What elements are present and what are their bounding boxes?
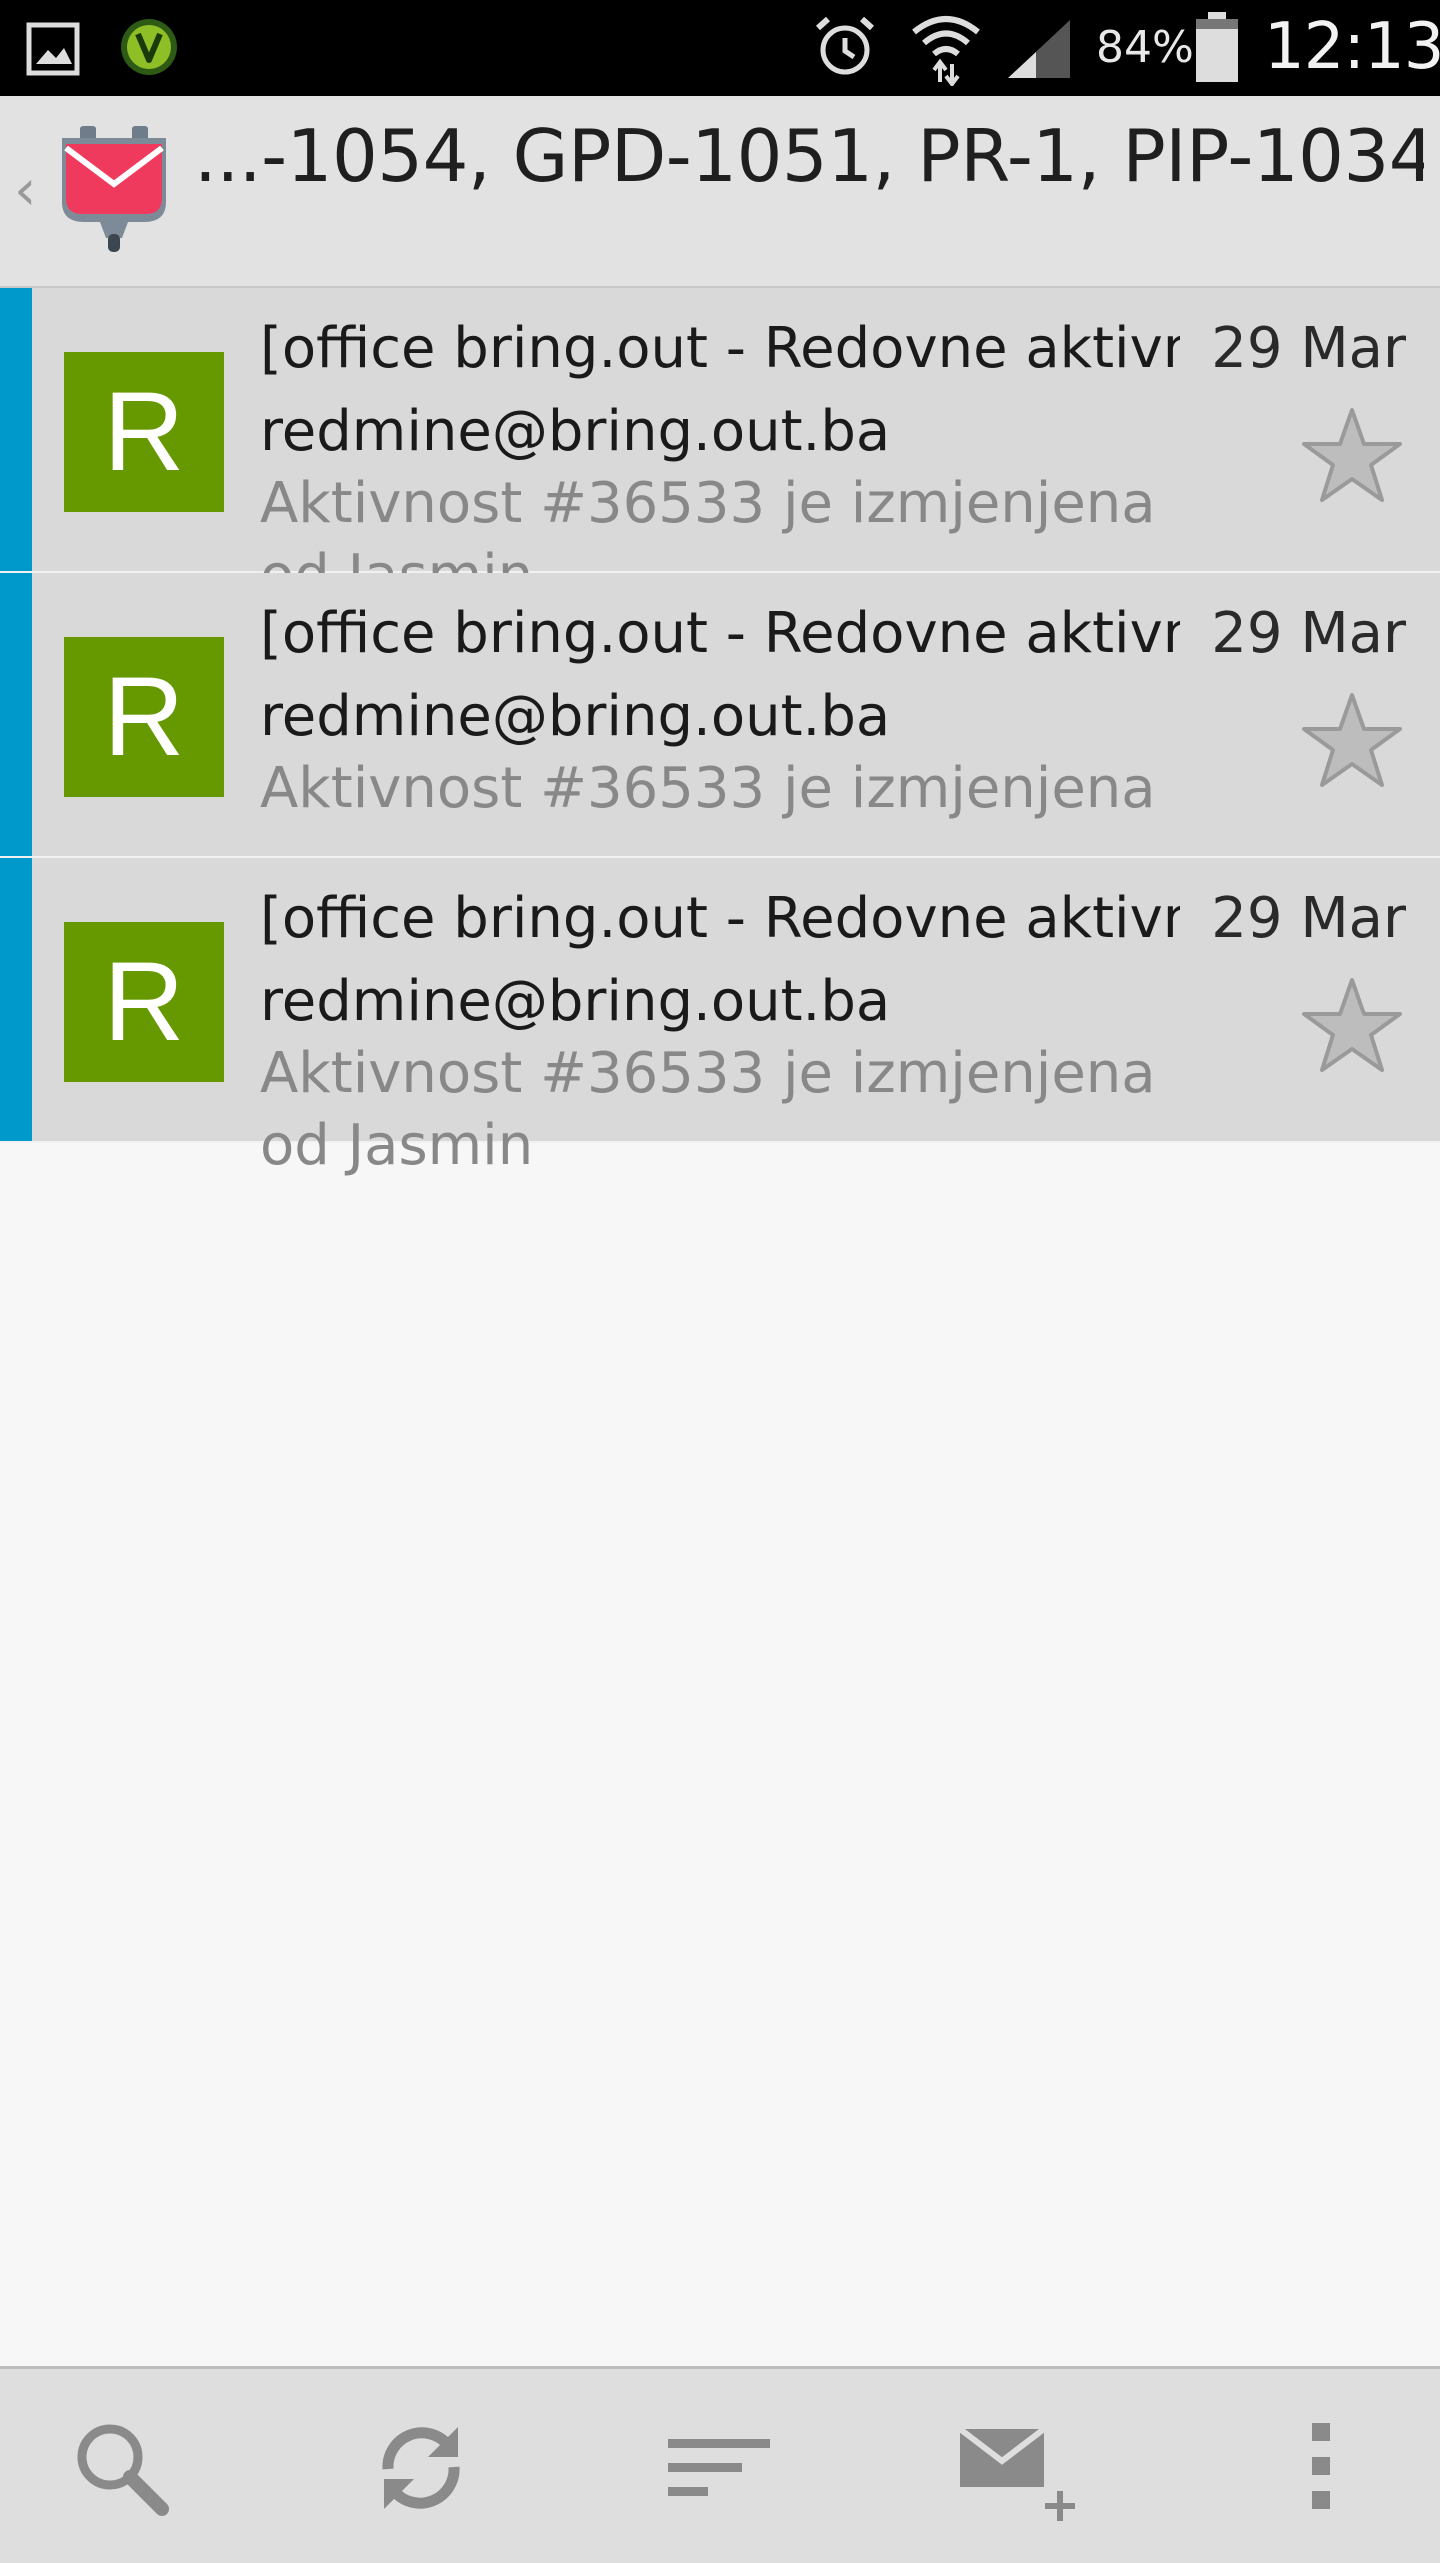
- compose-icon[interactable]: [956, 2413, 1086, 2523]
- sender-avatar[interactable]: R: [64, 922, 224, 1082]
- message-row[interactable]: R [office bring.out - Redovne aktivn.. 2…: [0, 858, 1440, 1178]
- up-navigation-chevron-icon[interactable]: ‹: [14, 158, 36, 223]
- battery-icon: [1196, 12, 1238, 82]
- message-sender: redmine@bring.out.ba: [260, 399, 891, 464]
- message-row[interactable]: R [office bring.out - Redovne aktivn.. 2…: [0, 573, 1440, 858]
- action-bar: ‹ ...-1054, GPD-1051, PR-1, PIP-1034: [0, 96, 1440, 289]
- search-icon[interactable]: [66, 2413, 176, 2523]
- message-preview: redmine@bring.out.ba Aktivnost #36533 je…: [260, 681, 1160, 825]
- refresh-icon[interactable]: [366, 2413, 476, 2523]
- clock: 12:13: [1264, 10, 1440, 84]
- bottom-action-bar: [0, 2366, 1440, 2563]
- message-subject: [office bring.out - Redovne aktivn..: [260, 886, 1180, 951]
- message-preview: redmine@bring.out.ba Aktivnost #36533 je…: [260, 966, 1160, 1182]
- wifi-icon: [912, 16, 980, 86]
- alarm-icon: [815, 16, 875, 75]
- message-subject: [office bring.out - Redovne aktivn..: [260, 316, 1180, 381]
- message-date: 29 Mar: [1211, 886, 1406, 951]
- unread-indicator: [0, 573, 32, 856]
- message-list: R [office bring.out - Redovne aktivn.. 2…: [0, 288, 1440, 1178]
- message-subject: [office bring.out - Redovne aktivn..: [260, 601, 1180, 666]
- message-date: 29 Mar: [1211, 601, 1406, 666]
- star-icon[interactable]: [1298, 689, 1406, 793]
- unread-indicator: [0, 288, 32, 571]
- battery-percent: 84%: [1096, 22, 1194, 73]
- folder-title: ...-1054, GPD-1051, PR-1, PIP-1034: [194, 114, 1424, 198]
- unread-indicator: [0, 858, 32, 1141]
- message-sender: redmine@bring.out.ba: [260, 684, 891, 749]
- sort-icon[interactable]: [664, 2413, 774, 2523]
- overflow-menu-icon[interactable]: [1266, 2413, 1376, 2523]
- k9-mail-logo[interactable]: [58, 126, 170, 252]
- message-sender: redmine@bring.out.ba: [260, 969, 891, 1034]
- message-snippet: Aktivnost #36533 je izmjenjena: [260, 756, 1156, 821]
- sender-avatar[interactable]: R: [64, 637, 224, 797]
- sender-avatar[interactable]: R: [64, 352, 224, 512]
- status-bar: 84% 12:13: [0, 0, 1440, 96]
- message-date: 29 Mar: [1211, 316, 1406, 381]
- signal-icon: [1008, 20, 1070, 78]
- star-icon[interactable]: [1298, 404, 1406, 508]
- message-row[interactable]: R [office bring.out - Redovne aktivn.. 2…: [0, 288, 1440, 608]
- message-snippet: Aktivnost #36533 je izmjenjena od Jasmin: [260, 1041, 1156, 1178]
- vine-icon: [121, 19, 177, 75]
- star-icon[interactable]: [1298, 974, 1406, 1078]
- gallery-icon: [26, 22, 80, 76]
